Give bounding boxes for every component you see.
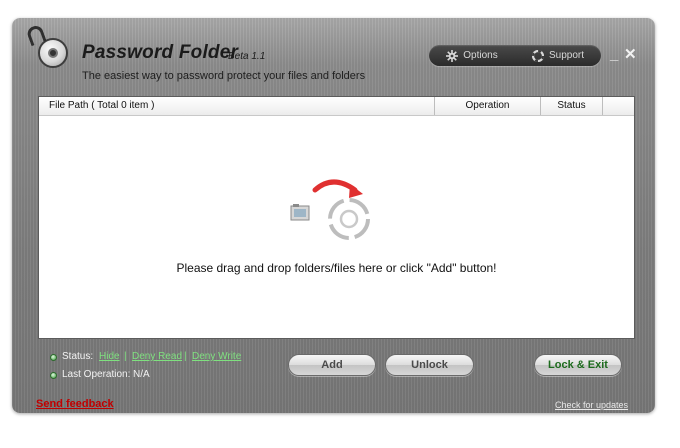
lifebuoy-icon [531, 49, 545, 62]
unlock-button[interactable]: Unlock [385, 354, 474, 376]
padlock-logo-icon [25, 23, 68, 68]
main-window: Password Folder Beta 1.1 The easiest way… [12, 18, 655, 413]
check-updates-link[interactable]: Check for updates [555, 400, 628, 410]
close-button[interactable]: ✕ [624, 47, 637, 62]
drop-instructions: Please drag and drop folders/files here … [176, 261, 497, 275]
column-operation[interactable]: Operation [434, 97, 540, 115]
table-header: File Path ( Total 0 item ) Operation Sta… [39, 97, 634, 116]
last-operation-label: Last Operation: [62, 369, 131, 380]
deny-write-option-link[interactable]: Deny Write [192, 351, 241, 362]
status-separator: | [184, 351, 187, 362]
column-spacer [602, 97, 634, 115]
support-label: Support [548, 50, 585, 61]
file-thumbnail-icon [290, 204, 310, 221]
file-list-panel: File Path ( Total 0 item ) Operation Sta… [38, 96, 635, 339]
drop-area[interactable]: Please drag and drop folders/files here … [39, 116, 634, 338]
drop-target-icon [328, 198, 370, 240]
top-button-group: Options Support [429, 45, 601, 66]
column-status[interactable]: Status [540, 97, 602, 115]
app-title: Password Folder [82, 42, 239, 63]
column-file-path[interactable]: File Path ( Total 0 item ) [49, 97, 434, 115]
status-label: Status: [62, 351, 94, 362]
add-button[interactable]: Add [288, 354, 376, 376]
app-subtitle: The easiest way to password protect your… [82, 70, 366, 82]
app-version: Beta 1.1 [228, 51, 266, 62]
options-label: Options [463, 50, 498, 61]
gear-icon [446, 49, 459, 62]
send-feedback-link[interactable]: Send feedback [36, 398, 114, 410]
status-separator: | [124, 351, 127, 362]
options-button[interactable]: Options [429, 49, 515, 62]
deny-read-option-link[interactable]: Deny Read [132, 351, 182, 362]
bottom-panel: Status: Hide | Deny Read | Deny Write La… [38, 338, 635, 386]
drag-drop-illustration-icon [290, 179, 370, 240]
last-operation-bullet-icon [50, 372, 57, 379]
support-button[interactable]: Support [515, 49, 601, 62]
last-operation-value: N/A [133, 369, 150, 380]
minimize-button[interactable]: _ [610, 47, 618, 62]
lock-exit-button[interactable]: Lock & Exit [534, 354, 622, 376]
status-bullet-icon [50, 354, 57, 361]
title-bar: Password Folder Beta 1.1 The easiest way… [12, 18, 655, 90]
hide-option-link[interactable]: Hide [99, 351, 120, 362]
